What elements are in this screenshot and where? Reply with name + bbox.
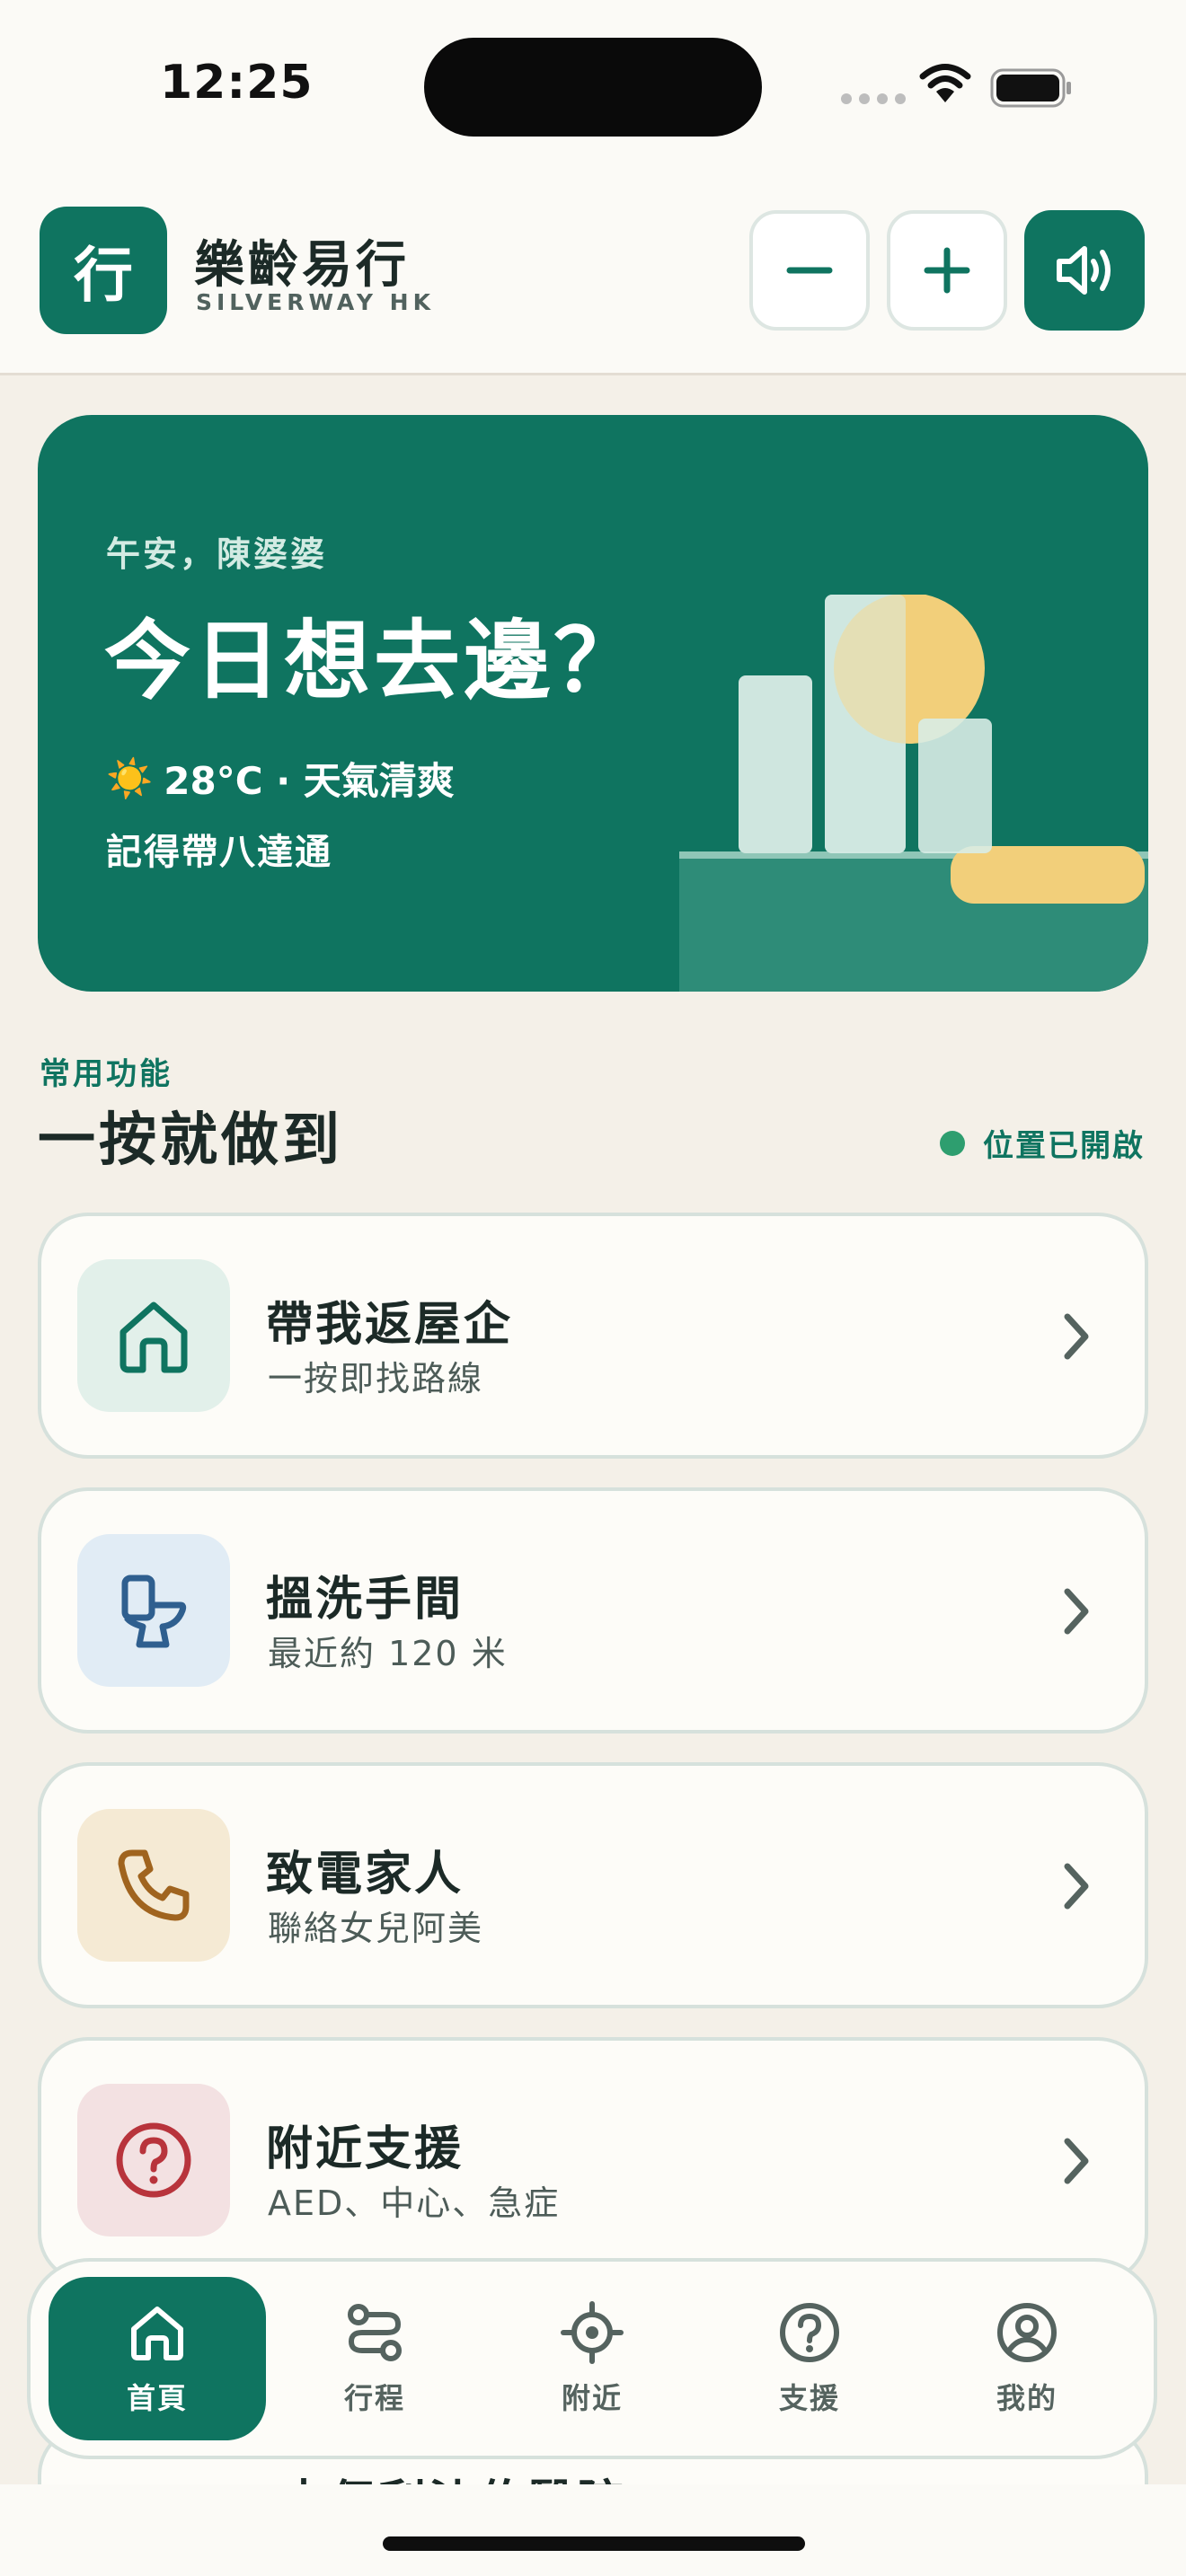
tab-profile[interactable]: 我的: [918, 2277, 1136, 2440]
action-title: 致電家人: [266, 1848, 465, 1901]
section-title: 一按就做到: [38, 1107, 343, 1174]
speaker-icon: [1057, 246, 1111, 295]
app-logo: 行: [40, 207, 167, 334]
dynamic-island: [424, 38, 762, 137]
tab-label: 我的: [996, 2381, 1058, 2415]
action-icon-tile: [77, 1534, 230, 1687]
action-icon-tile: [77, 1809, 230, 1962]
tab-trips[interactable]: 行程: [266, 2277, 483, 2440]
tab-label: 首頁: [126, 2381, 188, 2415]
minus-icon: [786, 267, 833, 274]
reminder-text: 記得帶八達通: [106, 832, 332, 873]
app-subtitle: SILVERWAY HK: [196, 289, 435, 315]
decrease-text-size-button[interactable]: [749, 210, 870, 331]
chevron-right-icon: [1064, 1313, 1089, 1360]
tab-label: 支援: [778, 2381, 840, 2415]
status-icons: [836, 63, 1078, 108]
tab-nearby[interactable]: 附近: [483, 2277, 701, 2440]
app-header: 12:25 行 樂齡易行 SILVERWAY HK: [0, 0, 1186, 375]
greeting-text: 午安，陳婆婆: [106, 534, 328, 574]
tab-label: 附近: [561, 2381, 623, 2415]
status-time: 12:25: [160, 56, 314, 110]
locate-icon: [561, 2301, 624, 2364]
bottom-tab-bar: 首頁 行程 附近 支援 我的: [27, 2258, 1157, 2459]
action-subtitle: 最近約 120 米: [268, 1634, 508, 1673]
action-icon-tile: [77, 1259, 230, 1412]
action-card-nearby-help[interactable]: 附近支援 AED、中心、急症: [38, 2037, 1148, 2283]
location-status[interactable]: 位置已開啟: [940, 1121, 1145, 1165]
help-icon: [116, 2122, 191, 2198]
home-indicator-area: [0, 2484, 1186, 2576]
help-icon: [780, 2303, 839, 2362]
profile-icon: [997, 2303, 1057, 2362]
read-aloud-button[interactable]: [1024, 210, 1145, 331]
tab-label: 行程: [343, 2381, 405, 2415]
city-illustration: [679, 595, 1148, 992]
location-status-dot: [940, 1130, 965, 1156]
action-title: 帶我返屋企: [266, 1298, 514, 1352]
chevron-right-icon: [1064, 2138, 1089, 2184]
action-title: 搵洗手間: [266, 1573, 465, 1627]
wifi-icon: [919, 64, 971, 102]
home-indicator[interactable]: [383, 2536, 805, 2551]
phone-icon: [118, 1849, 190, 1921]
plus-icon: [924, 247, 970, 294]
action-subtitle: 聯絡女兒阿美: [268, 1909, 484, 1948]
action-title: 附近支援: [266, 2122, 465, 2176]
action-subtitle: 一按即找路線: [268, 1359, 484, 1398]
home-icon: [131, 2307, 183, 2360]
weather-info: ☀️ 28°C · 天氣清爽: [106, 751, 455, 806]
weather-text: 28°C · 天氣清爽: [164, 759, 455, 803]
chevron-right-icon: [1064, 1863, 1089, 1910]
cellular-signal-icon: [841, 93, 906, 104]
route-icon: [348, 2304, 402, 2361]
action-subtitle: AED、中心、急症: [268, 2183, 561, 2223]
action-card-call-family[interactable]: 致電家人 聯絡女兒阿美: [38, 1762, 1148, 2008]
chevron-right-icon: [1064, 1588, 1089, 1635]
sun-icon: ☀️: [106, 755, 154, 800]
action-card-find-toilet[interactable]: 搵洗手間 最近約 120 米: [38, 1487, 1148, 1734]
hero-title: 今日想去邊？: [104, 611, 643, 711]
increase-text-size-button[interactable]: [887, 210, 1007, 331]
action-card-go-home[interactable]: 帶我返屋企 一按即找路線: [38, 1213, 1148, 1459]
home-icon: [119, 1301, 188, 1373]
app-name: 樂齡易行: [194, 236, 410, 295]
action-icon-tile: [77, 2084, 230, 2236]
toilet-icon: [121, 1575, 187, 1648]
location-status-text: 位置已開啟: [983, 1128, 1145, 1164]
battery-icon: [990, 68, 1071, 108]
section-eyebrow: 常用功能: [40, 1056, 173, 1092]
greeting-hero-card: 午安，陳婆婆 今日想去邊？ ☀️ 28°C · 天氣清爽 記得帶八達通: [38, 415, 1148, 992]
tab-home[interactable]: 首頁: [49, 2277, 266, 2440]
tab-support[interactable]: 支援: [701, 2277, 918, 2440]
